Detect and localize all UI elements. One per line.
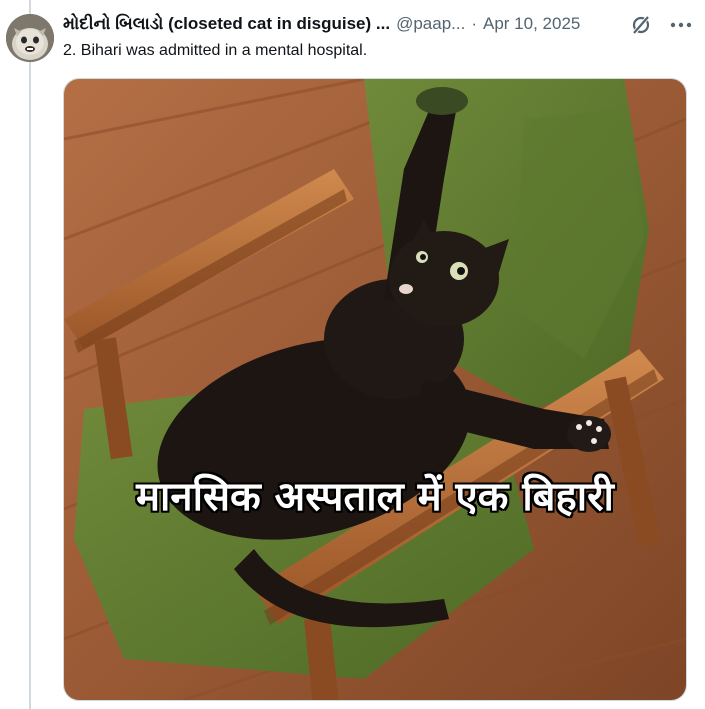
header-separator: · xyxy=(471,14,477,33)
tweet-text: 2. Bihari was admitted in a mental hospi… xyxy=(63,42,368,59)
grok-button[interactable] xyxy=(630,14,652,36)
grok-icon xyxy=(632,15,650,35)
tweet[interactable]: મોદીનો બિલાડો (closeted cat in disguise)… xyxy=(0,0,705,709)
post-date[interactable]: Apr 10, 2025 xyxy=(483,14,580,34)
avatar[interactable] xyxy=(6,14,54,62)
thread-connector-line xyxy=(29,0,31,709)
more-options-icon xyxy=(670,22,692,28)
meme-caption: मानसिक अस्पताल में एक बिहारी xyxy=(136,474,614,520)
author-display-name[interactable]: મોદીનો બિલાડો (closeted cat in disguise)… xyxy=(63,14,390,34)
author-handle[interactable]: @paap... xyxy=(396,14,465,34)
tweet-header: મોદીનો બિલાડો (closeted cat in disguise)… xyxy=(63,12,697,36)
more-options-button[interactable] xyxy=(668,14,694,36)
black-cat-on-green-armchair-image xyxy=(64,79,686,700)
tweet-media-image[interactable]: मानसिक अस्पताल में एक बिहारी xyxy=(63,78,687,701)
cat-avatar-icon xyxy=(6,14,54,62)
